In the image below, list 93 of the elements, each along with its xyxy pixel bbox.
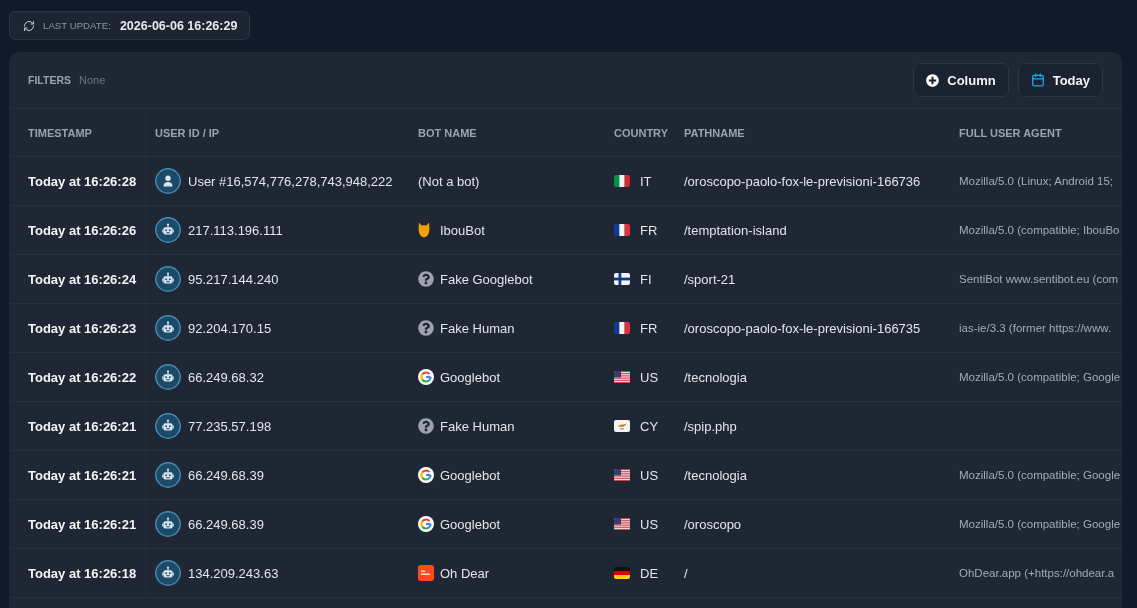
visitor-id-text: 66.249.68.32 [188, 369, 264, 385]
user-agent-text: ias-ie/3.3 (former https://www. [959, 322, 1112, 334]
visitor-id-text: 66.249.68.39 [188, 516, 264, 532]
column-header: COUNTRY [614, 126, 668, 139]
robot-avatar-icon [155, 217, 181, 243]
calendar-icon [1030, 73, 1045, 87]
bot-name-text: Fake Human [440, 418, 515, 434]
stars-and-stripes-flag-icon [614, 371, 630, 383]
stars-and-stripes-flag-icon [614, 518, 630, 530]
timestamp-text: Today at 16:26:28 [28, 173, 137, 189]
country-code-text: FI [640, 271, 652, 287]
country-code-text: US [640, 467, 659, 483]
bot-name-text: Googlebot [440, 516, 500, 532]
google-logo-icon [418, 516, 434, 532]
tricolour-flag-icon [614, 567, 630, 579]
filters-value: None [79, 74, 106, 86]
user-agent-text: Mozilla/5.0 (compatible; IbouBo [959, 224, 1120, 236]
user-agent-text: Mozilla/5.0 (Linux; Android 15; [959, 175, 1114, 187]
user-avatar-icon [155, 168, 181, 194]
country-code-text: US [640, 516, 659, 532]
pathname-text: /oroscopo [684, 516, 742, 532]
bot-name-text: Oh Dear [440, 565, 490, 581]
timestamp-text: Today at 16:26:18 [28, 565, 137, 581]
timestamp-text: Today at 16:26:23 [28, 320, 137, 336]
country-code-text: FR [640, 222, 658, 238]
owl-icon [418, 222, 430, 238]
pathname-text: /temptation-island [684, 222, 787, 238]
bot-name-text: Fake Human [440, 320, 515, 336]
country-code-text: DE [640, 565, 659, 581]
pathname-text: / [684, 565, 688, 581]
pathname-text: /tecnologia [684, 467, 747, 483]
user-agent-text: OhDear.app (+https://ohdear.a [959, 567, 1115, 579]
pathname-text: /spip.php [684, 418, 737, 434]
visitor-id-text: 95.217.144.240 [188, 271, 279, 287]
question-mark-icon [418, 418, 434, 434]
tricolour-flag-icon [614, 322, 630, 334]
date-filter-button[interactable]: Today [1017, 63, 1103, 97]
visitor-id-text: 217.113.196.111 [188, 222, 283, 238]
island-flag-icon [614, 420, 630, 432]
visitor-id-text: User #16,574,776,278,743,948,222 [188, 173, 393, 189]
bot-name-text: (Not a bot) [418, 173, 480, 189]
timestamp-text: Today at 16:26:22 [28, 369, 137, 385]
country-code-text: US [640, 369, 659, 385]
column-header: USER ID / IP [155, 126, 220, 139]
bot-name-text: Googlebot [440, 467, 500, 483]
column-header: TIMESTAMP [28, 126, 92, 139]
user-agent-text: Mozilla/5.0 (compatible; Google [959, 469, 1121, 481]
column-header: FULL USER AGENT [959, 126, 1062, 139]
user-agent-text: Mozilla/5.0 (compatible; Google [959, 518, 1121, 530]
user-agent-text: Mozilla/5.0 (compatible; Google [959, 371, 1121, 383]
timestamp-text: Today at 16:26:21 [28, 467, 137, 483]
filters-label: FILTERS [28, 74, 71, 86]
logo-tile-icon [418, 565, 434, 581]
timestamp-text: Today at 16:26:24 [28, 271, 137, 287]
visitor-id-text: 134.209.243.63 [188, 565, 279, 581]
country-code-text: IT [640, 173, 652, 189]
pathname-text: /tecnologia [684, 369, 747, 385]
stars-and-stripes-flag-icon [614, 469, 630, 481]
bot-name-text: Googlebot [440, 369, 500, 385]
add-column-button[interactable]: Column [913, 63, 1009, 97]
visitor-id-text: 77.235.57.198 [188, 418, 272, 434]
robot-avatar-icon [155, 266, 181, 292]
robot-avatar-icon [155, 560, 181, 586]
robot-avatar-icon [155, 462, 181, 488]
robot-avatar-icon [155, 413, 181, 439]
column-header: BOT NAME [418, 126, 477, 139]
robot-avatar-icon [155, 364, 181, 390]
bot-name-text: IbouBot [440, 222, 485, 238]
timestamp-text: Today at 16:26:21 [28, 418, 137, 434]
column-header: PATHNAME [684, 126, 745, 139]
visitor-id-text: 66.249.68.39 [188, 467, 264, 483]
cross-flag-icon [614, 273, 630, 285]
timestamp-text: Today at 16:26:26 [28, 222, 137, 238]
robot-avatar-icon [155, 315, 181, 341]
robot-avatar-icon [155, 511, 181, 537]
google-logo-icon [418, 369, 434, 385]
refresh-icon[interactable] [23, 19, 35, 32]
bot-name-text: Fake Googlebot [440, 271, 533, 287]
country-code-text: FR [640, 320, 658, 336]
tricolour-flag-icon [614, 175, 630, 187]
visitor-id-text: 92.204.170.15 [188, 320, 272, 336]
question-mark-icon [418, 271, 434, 287]
question-mark-icon [418, 320, 434, 336]
tricolour-flag-icon [614, 224, 630, 236]
user-agent-text: SentiBot www.sentibot.eu (com [959, 273, 1119, 285]
last-update-label: LAST UPDATE: [43, 20, 111, 31]
google-logo-icon [418, 467, 434, 483]
pathname-text: /oroscopo-paolo-fox-le-previsioni-166736 [684, 173, 921, 189]
country-code-text: CY [640, 418, 659, 434]
pathname-text: /sport-21 [684, 271, 736, 287]
last-update-value: 2026-06-06 16:26:29 [119, 18, 238, 33]
timestamp-text: Today at 16:26:21 [28, 516, 137, 532]
pathname-text: /oroscopo-paolo-fox-le-previsioni-166735 [684, 320, 921, 336]
